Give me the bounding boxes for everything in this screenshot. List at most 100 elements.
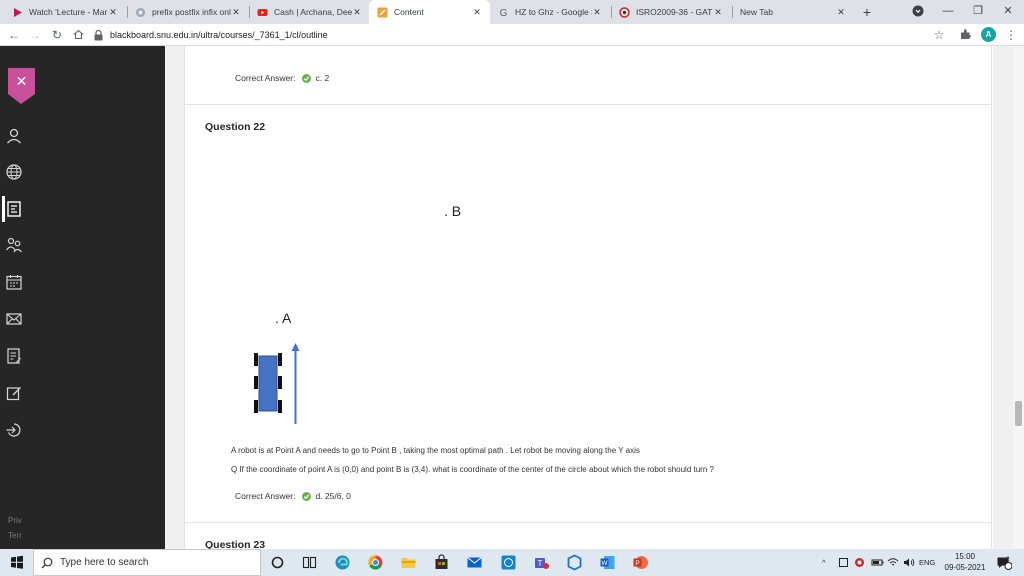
tab-title: prefix postfix infix onli	[152, 7, 231, 17]
word-icon[interactable]: W	[599, 554, 616, 571]
chrome-icon[interactable]	[367, 554, 384, 571]
forward-button[interactable]: →	[27, 27, 43, 43]
google-icon: G	[498, 7, 509, 18]
check-icon	[302, 73, 312, 83]
privacy-link[interactable]: Priv	[8, 516, 22, 525]
new-tab-button[interactable]: +	[858, 3, 876, 21]
point-a-label: . A	[275, 310, 292, 326]
tab-prefix-postfix[interactable]: prefix postfix infix onli ✕	[127, 0, 249, 24]
browser-toolbar: ← → ↻ blackboard.snu.edu.in/ultra/course…	[0, 24, 1024, 46]
sign-out-icon[interactable]	[5, 421, 23, 439]
y-axis-arrow	[291, 343, 300, 424]
home-button[interactable]	[70, 27, 86, 43]
notification-count-badge: 2	[1006, 555, 1010, 563]
minimize-button[interactable]: —	[933, 0, 963, 22]
extensions-icon[interactable]	[957, 27, 973, 43]
question-text-line-1: A robot is at Point A and needs to go to…	[231, 446, 640, 455]
mail-icon[interactable]	[466, 554, 483, 571]
blackboard-icon	[377, 7, 388, 18]
language-indicator[interactable]: ENG	[919, 549, 935, 576]
close-icon[interactable]: ✕	[713, 7, 723, 18]
tab-content[interactable]: Content ✕	[369, 0, 490, 24]
reload-button[interactable]: ↻	[49, 27, 65, 43]
bookmark-star-icon[interactable]: ☆	[931, 27, 947, 43]
youtube-icon	[257, 7, 268, 18]
cortana-icon[interactable]	[269, 554, 286, 571]
maximize-button[interactable]: ❐	[963, 0, 993, 22]
messages-icon[interactable]	[5, 310, 23, 328]
question-divider	[185, 104, 991, 105]
tab-lecture[interactable]: Watch 'Lecture - Mar ✕	[4, 0, 126, 24]
windows-logo-icon	[11, 555, 23, 569]
teams-icon[interactable]: T	[533, 554, 550, 571]
answer-value: d. 25/6, 0	[315, 491, 351, 501]
tab-isro-gate[interactable]: ISRO2009-36 - GATE C ✕	[611, 0, 731, 24]
profile-avatar[interactable]: A	[981, 27, 996, 42]
window-close-button[interactable]: ✕	[993, 0, 1023, 22]
close-icon[interactable]: ✕	[108, 7, 118, 18]
close-icon[interactable]: ✕	[592, 7, 602, 18]
close-panel-button[interactable]: ✕	[8, 68, 35, 94]
groups-icon[interactable]	[5, 236, 23, 254]
task-view-icon[interactable]	[301, 554, 318, 571]
edge-icon[interactable]	[334, 554, 351, 571]
tab-cash-archana[interactable]: Cash | Archana, Deepi ✕	[249, 0, 370, 24]
tab-hz-to-ghz[interactable]: G HZ to Ghz - Google Se ✕	[490, 0, 610, 24]
profile-icon[interactable]	[5, 127, 23, 145]
search-icon	[34, 557, 60, 569]
close-panel-notch	[8, 94, 35, 104]
tab-new-tab[interactable]: New Tab ✕	[732, 0, 854, 24]
video-play-icon	[12, 7, 23, 18]
tab-title: Cash | Archana, Deepi	[274, 7, 352, 17]
tab-search-button[interactable]	[903, 0, 933, 22]
scrollbar-thumb[interactable]	[1015, 401, 1022, 426]
taskbar-search-input[interactable]: Type here to search	[33, 549, 261, 576]
svg-text:T: T	[538, 559, 543, 568]
file-explorer-icon[interactable]	[400, 554, 417, 571]
store-icon[interactable]	[433, 554, 450, 571]
battery-icon[interactable]	[871, 549, 884, 576]
close-icon[interactable]: ✕	[472, 7, 482, 18]
antivirus-icon[interactable]	[854, 549, 865, 576]
gate-icon	[619, 6, 630, 18]
close-icon[interactable]: ✕	[231, 7, 241, 18]
svg-text:G: G	[500, 8, 508, 18]
site-icon	[135, 7, 146, 18]
browser-menu-icon[interactable]: ⋮	[1003, 27, 1019, 43]
blackboard-nav-rail	[0, 46, 24, 549]
robot-body	[254, 353, 282, 413]
courses-icon[interactable]	[5, 200, 23, 218]
globe-icon[interactable]	[5, 163, 23, 181]
wifi-icon[interactable]	[887, 549, 899, 576]
search-placeholder: Type here to search	[60, 557, 149, 568]
close-icon[interactable]: ✕	[836, 7, 846, 18]
calendar-icon[interactable]	[5, 273, 23, 291]
tab-title: HZ to Ghz - Google Se	[515, 7, 592, 17]
back-button[interactable]: ←	[6, 27, 22, 43]
content-gutter	[165, 46, 184, 549]
start-button[interactable]	[0, 549, 33, 576]
address-bar[interactable]: blackboard.snu.edu.in/ultra/courses/_736…	[92, 27, 922, 43]
windows-taskbar: Type here to search T W P ^ ENG 15:00 09…	[0, 549, 1024, 576]
volume-icon[interactable]	[903, 549, 915, 576]
grades-icon[interactable]	[5, 347, 23, 365]
show-hidden-icons-button[interactable]: ^	[822, 549, 826, 576]
tab-title: ISRO2009-36 - GATE C	[636, 7, 713, 17]
security-shield-icon[interactable]	[566, 554, 583, 571]
question-title: Question 22	[205, 121, 266, 133]
page-scrollbar[interactable]	[1013, 46, 1024, 549]
question-text-line-2: Q If the coordinate of point A is (0,0) …	[231, 465, 714, 474]
taskbar-clock[interactable]: 15:00 09-05-2021	[940, 551, 990, 573]
tools-icon[interactable]	[5, 384, 23, 402]
close-icon: ✕	[15, 73, 28, 89]
answer-label: Correct Answer:	[235, 491, 296, 501]
terms-link[interactable]: Terr	[8, 531, 22, 540]
close-icon[interactable]: ✕	[352, 7, 362, 18]
answer-value: c. 2	[315, 73, 330, 83]
dell-icon[interactable]	[500, 554, 517, 571]
url-text: blackboard.snu.edu.in/ultra/courses/_736…	[110, 30, 328, 40]
powerpoint-icon[interactable]: P	[632, 554, 649, 571]
tab-title: Content	[394, 7, 424, 17]
svg-text:P: P	[635, 560, 639, 567]
device-icon[interactable]	[838, 549, 849, 576]
